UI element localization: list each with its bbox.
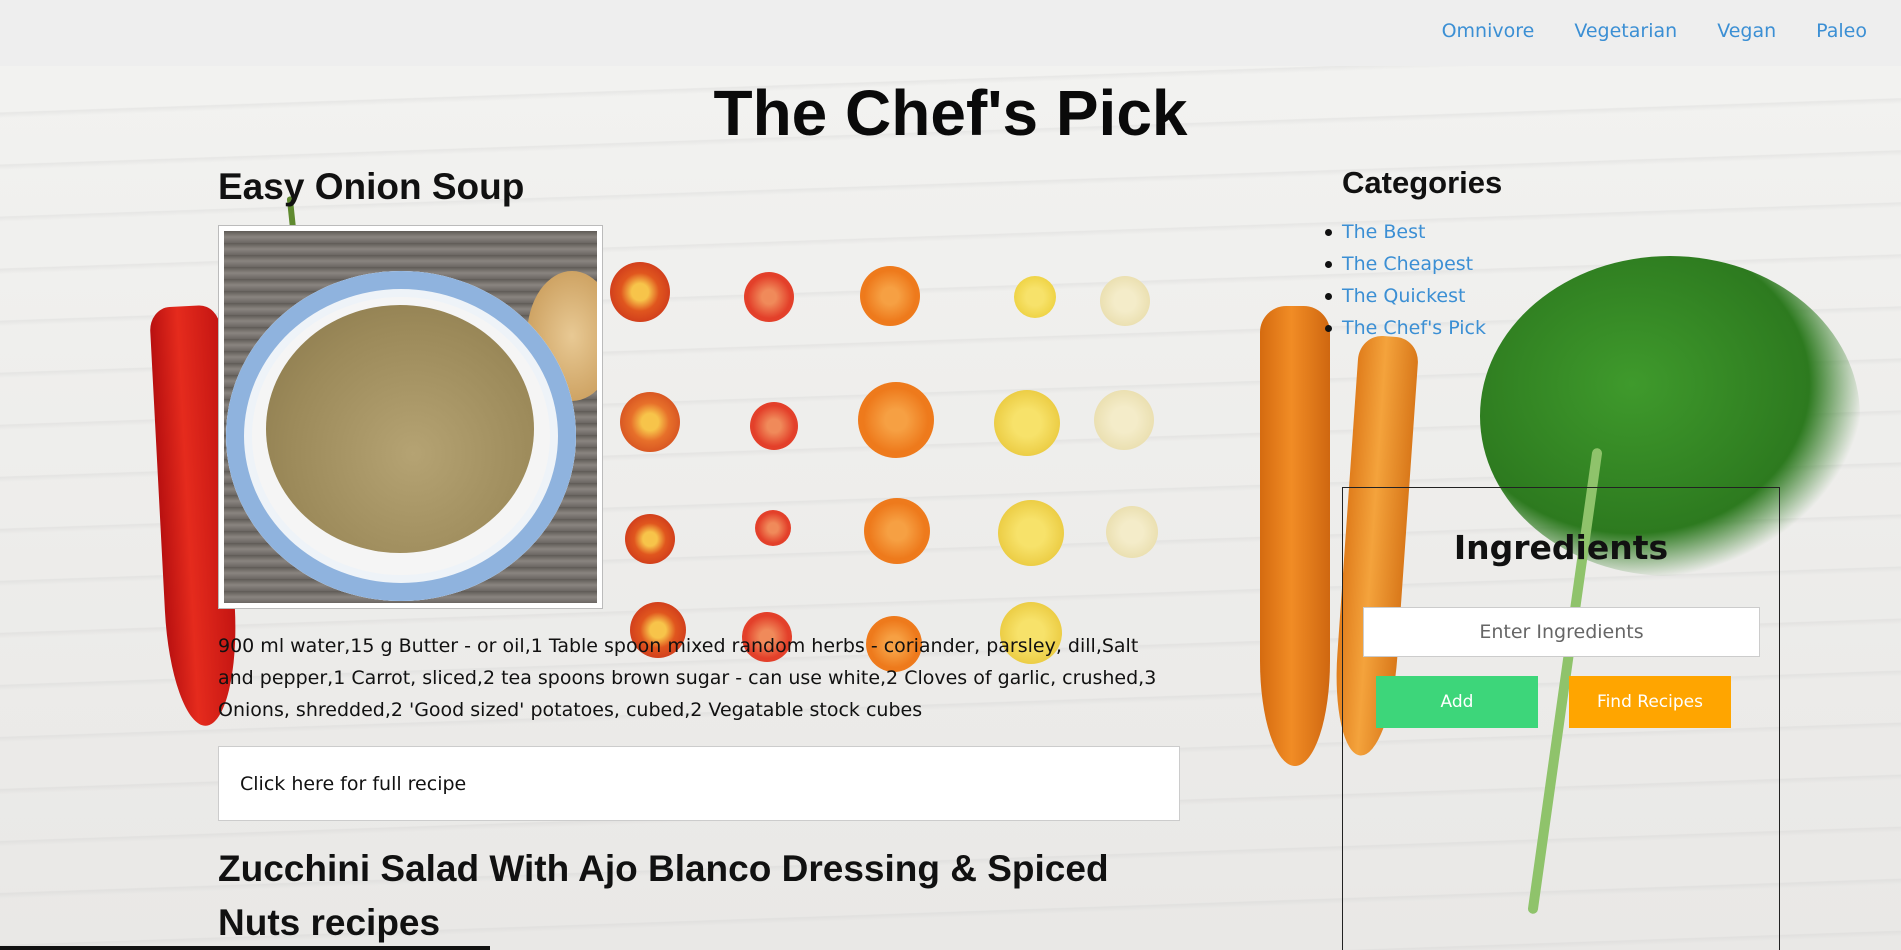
site-title: The Chef's Pick (713, 77, 1188, 149)
nav-link-vegetarian[interactable]: Vegetarian (1574, 20, 1677, 42)
category-link-the-cheapest[interactable]: The Cheapest (1342, 253, 1473, 275)
categories-list: The Best The Cheapest The Quickest The C… (1325, 216, 1486, 344)
carrot-slice (864, 498, 930, 564)
divider (0, 946, 490, 950)
carrot-slice (750, 402, 798, 450)
top-navbar: Omnivore Vegetarian Vegan Paleo (0, 0, 1901, 66)
recipe-title: Zucchini Salad With Ajo Blanco Dressing … (218, 848, 1109, 943)
nav-link-paleo[interactable]: Paleo (1816, 20, 1867, 42)
ingredients-input[interactable] (1363, 607, 1760, 657)
carrot-slice (1100, 276, 1150, 326)
nav-link-vegan[interactable]: Vegan (1717, 20, 1776, 42)
category-link-the-best[interactable]: The Best (1342, 221, 1425, 243)
soup-image-detail (266, 305, 534, 553)
carrot-slice (998, 500, 1064, 566)
carrot-slice (1094, 390, 1154, 450)
recipe-ingredients: 900 ml water,15 g Butter - or oil,1 Tabl… (218, 635, 1157, 721)
category-item: The Best (1325, 216, 1486, 248)
carrot-slice (860, 266, 920, 326)
category-item: The Chef's Pick (1325, 312, 1486, 344)
nav-link-omnivore[interactable]: Omnivore (1442, 20, 1535, 42)
carrot-slice (1106, 506, 1158, 558)
carrot-slice (620, 392, 680, 452)
carrot-slice (755, 510, 791, 546)
recipe-image (218, 225, 603, 609)
find-recipes-button[interactable]: Find Recipes (1569, 676, 1731, 728)
categories-heading: Categories (1342, 165, 1503, 200)
carrot-slice (1014, 276, 1056, 318)
full-recipe-link[interactable]: Click here for full recipe (218, 746, 1180, 821)
category-item: The Cheapest (1325, 248, 1486, 280)
category-link-the-chefs-pick[interactable]: The Chef's Pick (1342, 317, 1486, 339)
carrot-slice (994, 390, 1060, 456)
ingredients-heading: Ingredients (1453, 528, 1669, 567)
category-link-the-quickest[interactable]: The Quickest (1342, 285, 1465, 307)
main-nav: Omnivore Vegetarian Vegan Paleo (1442, 20, 1867, 42)
recipe-title: Easy Onion Soup (218, 166, 525, 207)
carrot-slice (858, 382, 934, 458)
carrot-slice (610, 262, 670, 322)
category-item: The Quickest (1325, 280, 1486, 312)
ingredients-panel: Ingredients Add Find Recipes (1342, 487, 1780, 950)
add-button[interactable]: Add (1376, 676, 1538, 728)
carrot-slice (744, 272, 794, 322)
carrot-slice (625, 514, 675, 564)
carrot-decoration (1260, 306, 1330, 766)
